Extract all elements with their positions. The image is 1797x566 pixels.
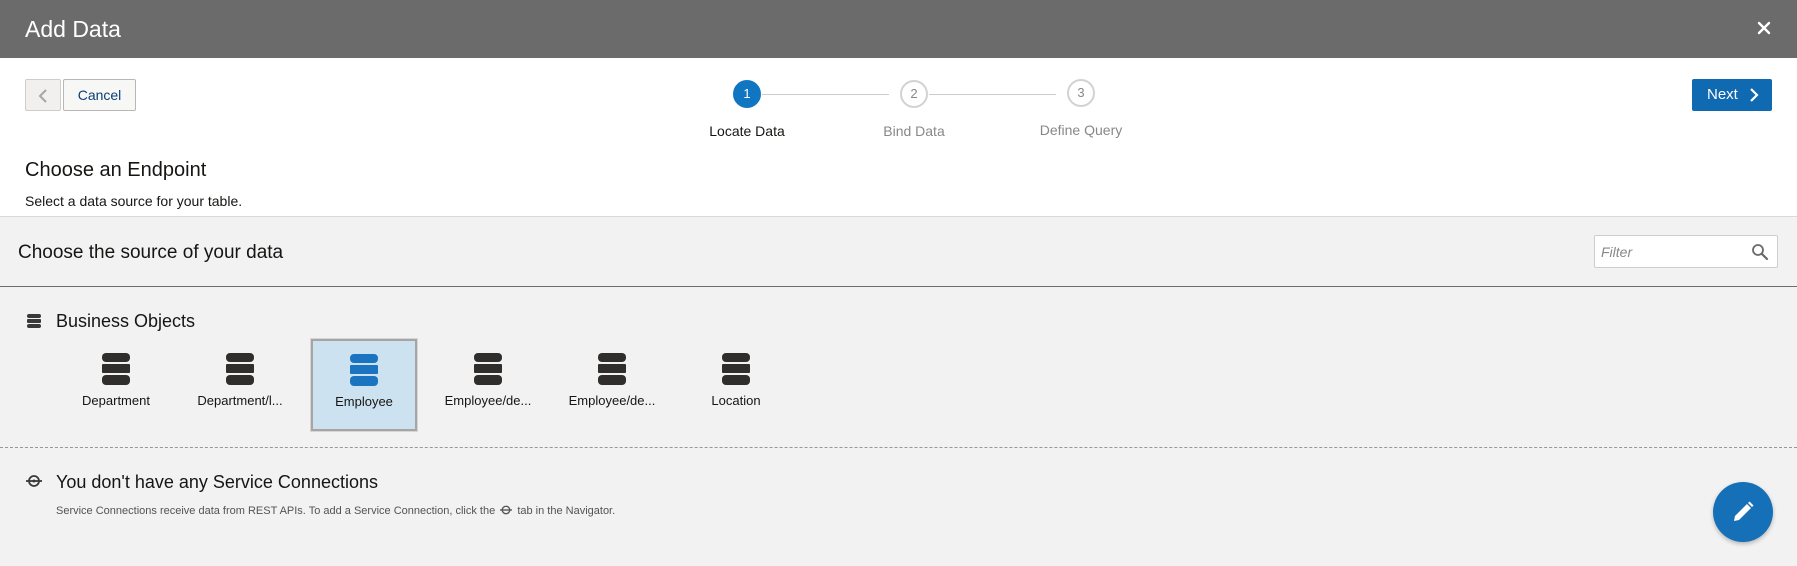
service-connections-description: Service Connections receive data from RE… (56, 504, 615, 517)
business-object-label: Employee/de... (444, 393, 532, 408)
service-connections-title: You don't have any Service Connections (56, 472, 378, 492)
business-object-label: Employee (335, 394, 393, 409)
filter-field[interactable] (1594, 235, 1778, 268)
dialog-title: Add Data (25, 16, 121, 42)
step-2-label: Bind Data (883, 123, 945, 139)
business-object-label: Department/l... (197, 393, 283, 408)
back-button[interactable] (25, 79, 61, 111)
database-icon (722, 353, 750, 385)
step-1-indicator[interactable]: 1 (733, 80, 761, 108)
business-object-tile[interactable]: Employee/de... (435, 338, 541, 430)
step-2-indicator[interactable]: 2 (900, 80, 928, 108)
next-button[interactable]: Next (1692, 79, 1772, 111)
database-icon (598, 353, 626, 385)
step-3-indicator[interactable]: 3 (1067, 79, 1095, 107)
business-object-tile-selected[interactable]: Employee (311, 339, 417, 431)
business-object-tile[interactable]: Location (683, 338, 789, 430)
chevron-right-icon (1750, 88, 1759, 102)
section-divider (0, 447, 1797, 448)
database-icon (474, 353, 502, 385)
step-1-label: Locate Data (709, 123, 785, 139)
database-icon (27, 314, 41, 328)
service-connection-icon (500, 505, 513, 515)
business-object-tile[interactable]: Department/l... (187, 338, 293, 430)
pencil-icon (1734, 501, 1754, 521)
business-object-tile[interactable]: Employee/de... (559, 338, 665, 430)
search-icon[interactable] (1751, 243, 1769, 261)
step-connector (929, 94, 1056, 95)
edit-button[interactable] (1713, 482, 1773, 542)
chevron-left-icon (38, 89, 47, 103)
business-object-tile[interactable]: Department (63, 338, 169, 430)
service-connections-desc-text-end: tab in the Navigator. (517, 505, 616, 517)
filter-input[interactable] (1601, 242, 1741, 262)
next-label: Next (1707, 86, 1738, 103)
database-icon (226, 353, 254, 385)
business-object-label: Employee/de... (568, 393, 656, 408)
step-connector (762, 94, 889, 95)
source-header: Choose the source of your data (0, 217, 1797, 287)
endpoint-subtitle: Select a data source for your table. (25, 193, 243, 209)
service-connection-icon (26, 475, 42, 487)
service-connections-desc-text: Service Connections receive data from RE… (56, 505, 496, 517)
cancel-button[interactable]: Cancel (63, 79, 136, 111)
database-icon (102, 353, 130, 385)
business-object-label: Department (82, 393, 150, 408)
endpoint-title: Choose an Endpoint (25, 159, 207, 181)
dialog-title-bar: Add Data (0, 0, 1797, 58)
business-object-label: Location (711, 393, 761, 408)
step-3-label: Define Query (1039, 122, 1123, 138)
business-objects-title: Business Objects (56, 311, 196, 331)
database-icon (350, 354, 378, 386)
close-icon[interactable] (1753, 17, 1775, 39)
source-panel: Choose the source of your data Business … (0, 216, 1797, 566)
source-title: Choose the source of your data (18, 242, 284, 263)
